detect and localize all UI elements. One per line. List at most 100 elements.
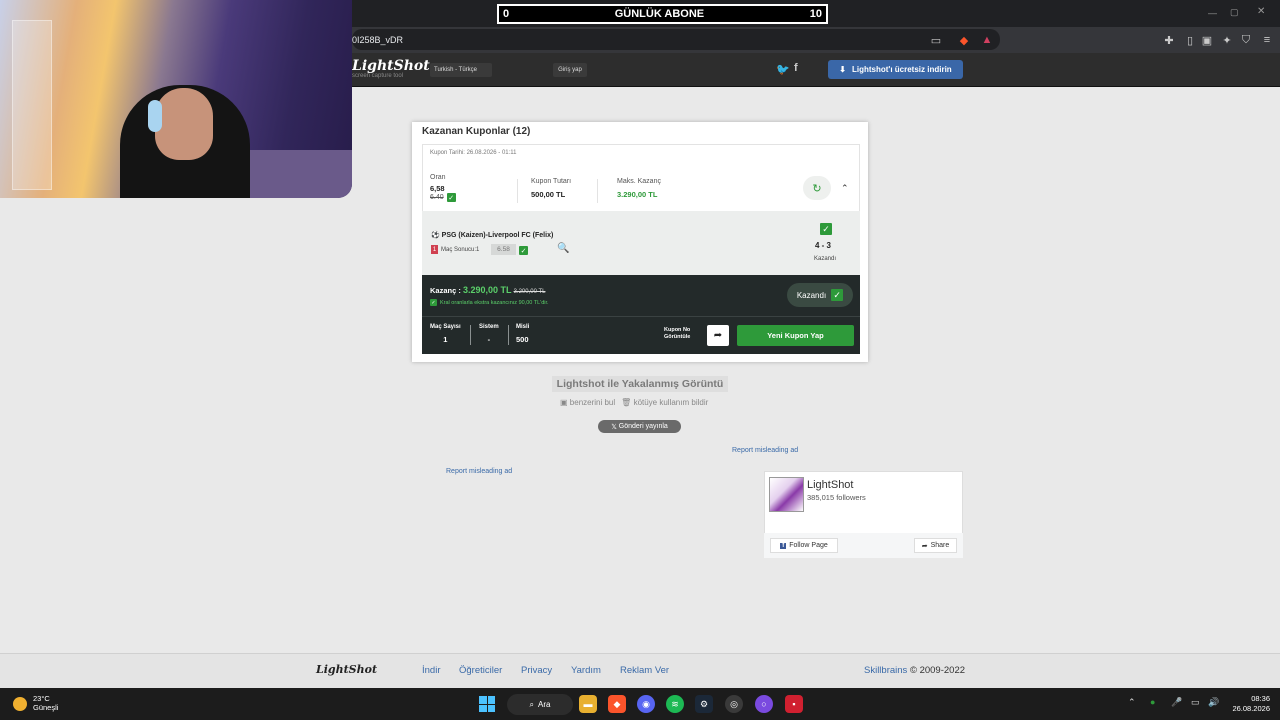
counter-right: 10 — [809, 8, 822, 20]
download-label: Lightshot'ı ücretsiz indirin — [852, 65, 952, 74]
brave-shield-icon[interactable]: ◆ — [957, 33, 971, 47]
fb-page-name[interactable]: LightShot — [807, 479, 853, 491]
market-line: 1 Maç Sonucu:1 — [431, 245, 479, 254]
counter-title: GÜNLÜK ABONE — [614, 8, 705, 20]
report-ad-link[interactable]: Report misleading ad — [446, 468, 512, 475]
close-window-icon[interactable]: ✕ — [1257, 6, 1265, 17]
refresh-icon[interactable]: ↻ — [803, 176, 831, 200]
new-coupon-button[interactable]: Yeni Kupon Yap — [737, 325, 854, 346]
odds-block: Oran 6,58 6.40 ✓ — [430, 174, 456, 202]
search-icon: ⌕ — [529, 699, 535, 709]
match-count-label: Maç Sayısı — [430, 324, 461, 330]
match-odd: 6.58 — [491, 244, 516, 255]
max-win-value: 3.290,00 TL — [617, 190, 658, 199]
check-icon: ✓ — [446, 193, 456, 202]
divider — [508, 325, 509, 345]
network-icon[interactable]: ▭ — [1191, 697, 1200, 708]
skillbrains-link[interactable]: Skillbrains — [864, 665, 907, 676]
max-win-label: Maks. Kazanç — [617, 178, 661, 185]
file-explorer-icon[interactable]: ▬ — [579, 695, 597, 713]
image-actions: ▣ benzerini bul 🗑 kötüye kullanım bildir — [560, 398, 708, 407]
logo-subtitle: screen capture tool — [352, 73, 404, 79]
steam-icon[interactable]: ⚙ — [695, 695, 713, 713]
start-icon[interactable] — [479, 696, 495, 712]
weather-widget[interactable]: 23°C Güneşli — [33, 694, 58, 712]
menu-icon[interactable]: ≡ — [1260, 33, 1274, 47]
share-button[interactable]: ➦ Share — [914, 538, 957, 553]
footer-logo[interactable]: LightShot — [316, 663, 377, 676]
match-count: Maç Sayısı 1 — [430, 324, 461, 344]
facebook-icon[interactable]: f — [794, 62, 798, 74]
divider — [470, 325, 471, 345]
footer-link-download[interactable]: İndir — [422, 665, 440, 676]
view-coupon-no[interactable]: Kupon No Görüntüle — [664, 327, 690, 341]
winnings-label: Kazanç : — [430, 286, 461, 295]
webcam-head — [155, 88, 213, 160]
tray-app-icon[interactable]: ● — [1150, 697, 1155, 707]
follow-label: Follow Page — [789, 542, 828, 549]
volume-icon[interactable]: 🔊 — [1208, 697, 1219, 708]
page-avatar[interactable] — [769, 477, 804, 512]
obs-icon[interactable]: ◎ — [725, 695, 743, 713]
language-select[interactable]: Turkish - Türkçe — [430, 63, 492, 77]
follow-page-button[interactable]: f Follow Page — [770, 538, 838, 553]
spotify-icon[interactable]: ≋ — [666, 695, 684, 713]
odds-label: Oran — [430, 174, 446, 181]
report-ad-link[interactable]: Report misleading ad — [732, 447, 798, 454]
twitter-icon[interactable]: 🐦 — [776, 63, 790, 76]
tweet-button[interactable]: 𝕏 Gönderi yayınla — [598, 420, 681, 433]
lightshot-logo[interactable]: LightShot — [352, 58, 430, 74]
match-score: 4 - 3 — [815, 241, 832, 250]
find-similar-link[interactable]: ▣ benzerini bul — [560, 398, 615, 407]
multiplier: Misli 500 — [516, 324, 529, 344]
download-icon: ⬇ — [839, 65, 846, 74]
match-title: ⚽ PSG (Kaizen)-Liverpool FC (Felix) — [431, 231, 553, 239]
odds-old: 6.40 — [430, 194, 444, 201]
sidebar-icon[interactable]: ▯ — [1183, 33, 1197, 47]
taskbar-clock[interactable]: 08:36 26.08.2026 — [1224, 694, 1270, 714]
brave-rewards-icon[interactable]: ▲ — [980, 33, 994, 47]
check-icon: ✓ — [430, 299, 437, 306]
app-icon[interactable]: ○ — [755, 695, 773, 713]
check-icon: ✓ — [831, 289, 844, 301]
minimize-icon[interactable]: — — [1208, 8, 1217, 18]
find-similar-label: benzerini bul — [569, 398, 616, 407]
bonus-note: ✓ Kral oranlarla ekstra kazancınız 90,00 … — [430, 299, 549, 306]
trash-icon: 🗑 — [621, 398, 632, 407]
wallet-icon[interactable]: ▣ — [1200, 33, 1214, 47]
weather-icon[interactable] — [13, 697, 27, 711]
footer-link-tutorials[interactable]: Öğreticiler — [459, 665, 502, 676]
match-name: PSG (Kaizen)-Liverpool FC (Felix) — [441, 232, 554, 239]
tray-chevron-icon[interactable]: ⌃ — [1128, 697, 1136, 708]
subscriber-counter: 0 GÜNLÜK ABONE 10 — [497, 4, 828, 24]
report-abuse-label: kötüye kullanım bildir — [633, 398, 709, 407]
extensions-icon[interactable]: ✚ — [1162, 33, 1176, 47]
zoom-icon[interactable]: 🔍 — [557, 243, 569, 254]
microphone-icon[interactable]: 🎤 — [1171, 697, 1182, 708]
report-abuse-link[interactable]: 🗑 kötüye kullanım bildir — [621, 398, 708, 407]
share-arrow-icon[interactable]: ➦ — [707, 325, 729, 346]
footer-link-help[interactable]: Yardım — [571, 665, 601, 676]
discord-icon[interactable]: ◉ — [637, 695, 655, 713]
football-icon: ⚽ — [431, 232, 440, 239]
winnings-old: 3.200,00 TL — [513, 289, 546, 295]
divider — [517, 179, 518, 203]
share-icon: ➦ — [921, 542, 928, 550]
vpn-icon[interactable]: ⛉ — [1239, 33, 1253, 47]
footer-link-privacy[interactable]: Privacy — [521, 665, 552, 676]
footer-link-advertise[interactable]: Reklam Ver — [620, 665, 669, 676]
brave-icon[interactable]: ◆ — [608, 695, 626, 713]
app-red-icon[interactable]: ▪ — [785, 695, 803, 713]
chevron-up-icon[interactable]: ⌃ — [841, 183, 849, 194]
match-count-value: 1 — [443, 335, 448, 344]
weather-text: Güneşli — [33, 703, 59, 712]
cast-icon[interactable]: ▭ — [929, 33, 943, 47]
webcam-headset — [148, 100, 162, 132]
download-button[interactable]: ⬇ Lightshot'ı ücretsiz indirin — [828, 60, 963, 79]
leo-ai-icon[interactable]: ✦ — [1220, 33, 1234, 47]
maximize-icon[interactable]: ▢ — [1230, 7, 1239, 18]
url-text: 0I258B_vDR — [352, 34, 404, 45]
address-bar[interactable]: 0I258B_vDR — [352, 29, 1000, 50]
taskbar-search[interactable]: ⌕ Ara — [507, 694, 573, 715]
login-button[interactable]: Giriş yap — [553, 63, 587, 77]
